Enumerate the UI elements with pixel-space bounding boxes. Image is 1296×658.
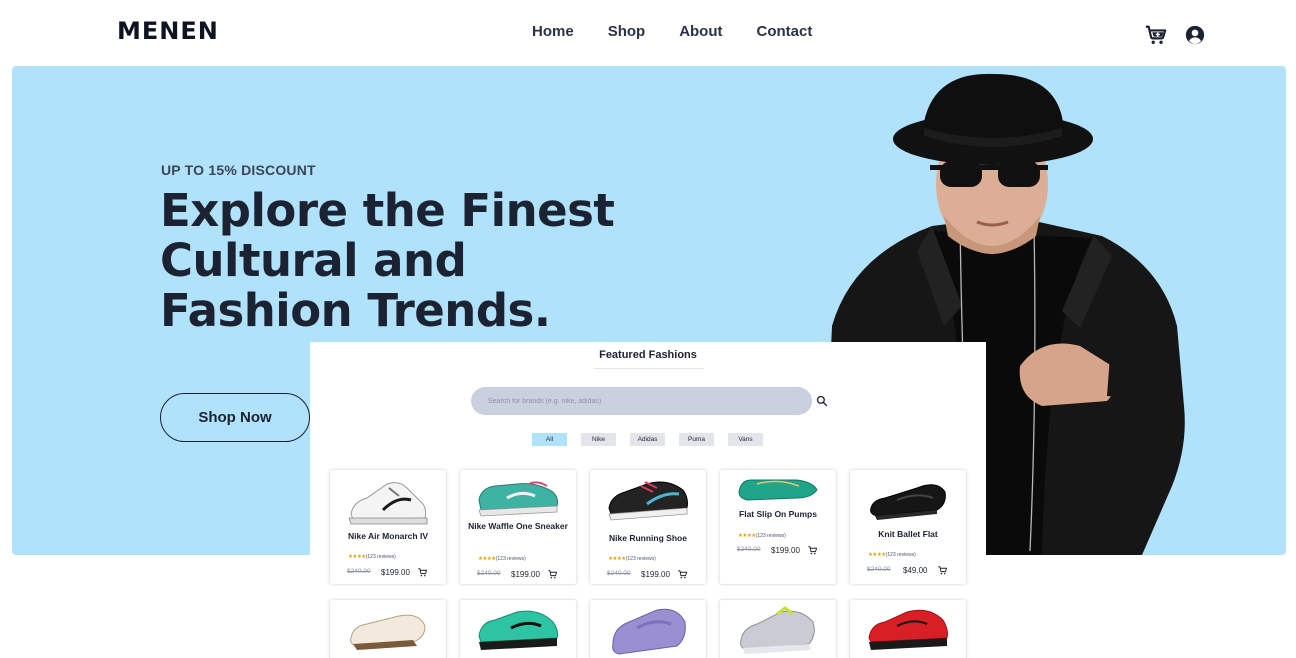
product-image	[478, 481, 558, 517]
product-image	[608, 481, 688, 521]
original-price: $240.00	[607, 570, 631, 577]
sale-price: $199.00	[381, 568, 410, 577]
product-card[interactable]	[850, 600, 966, 658]
product-rating: ★★★★(123 reviews)	[478, 556, 526, 562]
original-price: $240.00	[737, 546, 761, 553]
featured-fashions-panel: Featured Fashions All Nike Adidas Puma V…	[310, 342, 986, 658]
product-image	[738, 479, 818, 501]
star-rating: ★★★★	[868, 552, 886, 558]
brand-filter-bar: All Nike Adidas Puma Vans	[532, 433, 763, 446]
review-count: (123 reviews)	[755, 533, 786, 539]
original-price: $240.00	[477, 570, 501, 577]
headline-line: Cultural and	[160, 234, 467, 287]
product-card[interactable]	[460, 600, 576, 658]
star-rating: ★★★★	[348, 554, 366, 560]
product-image	[740, 606, 815, 654]
sale-price: $49.00	[903, 566, 928, 575]
filter-adidas[interactable]: Adidas	[630, 433, 665, 446]
add-to-cart-icon[interactable]	[418, 568, 427, 577]
discount-label: UP TO 15% DISCOUNT	[161, 162, 316, 178]
filter-vans[interactable]: Vans	[728, 433, 763, 446]
product-name: Nike Waffle One Sneaker	[468, 521, 568, 531]
product-card[interactable]	[720, 600, 836, 658]
product-rating: ★★★★(123 reviews)	[348, 554, 396, 560]
product-rating: ★★★★(123 reviews)	[738, 533, 786, 539]
nav-contact[interactable]: Contact	[757, 23, 813, 40]
headline-line: Explore the Finest	[160, 184, 615, 237]
product-name: Nike Running Shoe	[609, 533, 687, 543]
product-card[interactable]: Flat Slip On Pumps ★★★★(123 reviews) $24…	[720, 470, 836, 584]
cart-plus-icon[interactable]	[1145, 24, 1167, 46]
star-rating: ★★★★	[478, 556, 496, 562]
add-to-cart-icon[interactable]	[548, 570, 557, 579]
featured-title: Featured Fashions	[599, 349, 697, 361]
title-divider	[594, 368, 704, 369]
product-card[interactable]: Nike Air Monarch IV ★★★★(123 reviews) $2…	[330, 470, 446, 584]
add-to-cart-icon[interactable]	[938, 566, 947, 575]
review-count: (123 reviews)	[625, 556, 656, 562]
product-name: Knit Ballet Flat	[878, 529, 938, 539]
original-price: $240.00	[347, 568, 371, 575]
review-count: (123 reviews)	[885, 552, 916, 558]
product-card[interactable]: Nike Running Shoe ★★★★(123 reviews) $240…	[590, 470, 706, 584]
product-name: Flat Slip On Pumps	[739, 509, 817, 519]
original-price: $240.00	[867, 566, 891, 573]
nav-shop[interactable]: Shop	[608, 23, 646, 40]
add-to-cart-icon[interactable]	[678, 570, 687, 579]
filter-all[interactable]: All	[532, 433, 567, 446]
nav-home[interactable]: Home	[532, 23, 574, 40]
product-name: Nike Air Monarch IV	[348, 531, 428, 541]
nav-about[interactable]: About	[679, 23, 722, 40]
product-card[interactable]	[590, 600, 706, 658]
main-nav: Home Shop About Contact	[532, 23, 812, 40]
brand-logo[interactable]: MENEN	[117, 17, 219, 45]
headline-line: Fashion Trends.	[160, 284, 551, 337]
star-rating: ★★★★	[738, 533, 756, 539]
star-rating: ★★★★	[608, 556, 626, 562]
sale-price: $199.00	[641, 570, 670, 579]
product-image	[868, 609, 948, 650]
filter-puma[interactable]: Puma	[679, 433, 714, 446]
brand-search-input[interactable]	[471, 387, 812, 415]
search-icon[interactable]	[816, 395, 828, 407]
product-image	[478, 610, 558, 650]
shop-now-button[interactable]: Shop Now	[160, 393, 310, 442]
product-rating: ★★★★(123 reviews)	[608, 556, 656, 562]
product-rating: ★★★★(123 reviews)	[868, 552, 916, 558]
review-count: (123 reviews)	[495, 556, 526, 562]
product-image	[870, 484, 946, 520]
sale-price: $199.00	[771, 546, 800, 555]
sale-price: $199.00	[511, 570, 540, 579]
add-to-cart-icon[interactable]	[808, 546, 817, 555]
product-image	[348, 482, 428, 525]
product-image	[350, 614, 426, 650]
filter-nike[interactable]: Nike	[581, 433, 616, 446]
user-circle-icon[interactable]	[1185, 25, 1205, 45]
product-card[interactable]: Knit Ballet Flat ★★★★(123 reviews) $240.…	[850, 470, 966, 584]
product-card[interactable]	[330, 600, 446, 658]
product-card[interactable]: Nike Waffle One Sneaker ★★★★(123 reviews…	[460, 470, 576, 584]
hero-headline: Explore the Finest Cultural and Fashion …	[160, 186, 640, 336]
review-count: (123 reviews)	[365, 554, 396, 560]
product-image	[612, 608, 686, 655]
top-navbar: MENEN Home Shop About Contact	[0, 0, 1296, 66]
